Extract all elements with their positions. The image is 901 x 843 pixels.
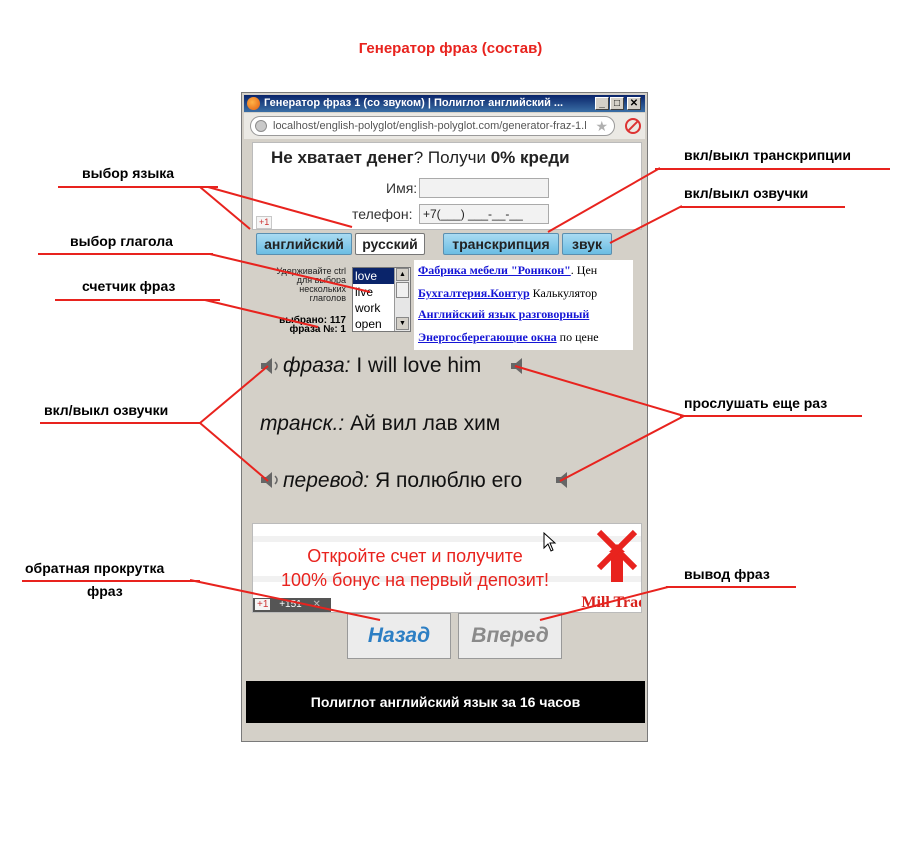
tab-transcription[interactable]: транскрипция	[443, 233, 559, 255]
ad-link[interactable]: Бухгалтерия.Контур Калькулятор	[418, 286, 597, 301]
close-button[interactable]: ✕	[627, 97, 641, 110]
windmill-logo-icon	[596, 529, 638, 582]
speaker-icon[interactable]	[260, 357, 282, 375]
firefox-icon	[247, 97, 260, 110]
ad-text: Откройте счет и получите 100% бонус на п…	[265, 544, 565, 592]
ad-headline-bold-2: 0% креди	[490, 148, 570, 167]
annotation-sound-toggle-left: вкл/выкл озвучки	[44, 402, 169, 418]
verb-option[interactable]: work	[353, 300, 395, 316]
listbox-scrollbar[interactable]: ▲ ▼	[394, 268, 410, 331]
phrase-line: фраза: I will love him	[283, 354, 481, 378]
annotation-underline	[58, 186, 218, 188]
verb-option[interactable]: love	[353, 268, 395, 284]
verb-listbox[interactable]: love live work open ▲ ▼	[352, 267, 411, 332]
replay-speaker-icon[interactable]	[510, 357, 532, 375]
annotation-verb-select: выбор глагола	[70, 233, 173, 249]
bottom-ad-banner[interactable]: Откройте счет и получите 100% бонус на п…	[252, 523, 642, 613]
tab-russian[interactable]: русский	[355, 233, 425, 255]
ad-line-2: 100% бонус на первый депозит!	[281, 570, 549, 590]
transcription-label: транск.:	[260, 412, 345, 435]
ad-link[interactable]: Английский язык разговорный	[418, 307, 589, 322]
speaker-icon[interactable]	[260, 471, 282, 489]
annotation-underline	[38, 253, 213, 255]
scroll-up-icon[interactable]: ▲	[396, 268, 409, 281]
phone-label: телефон:	[352, 206, 413, 222]
ad-link-title[interactable]: Фабрика мебели "Роникон"	[418, 263, 571, 277]
scroll-down-icon[interactable]: ▼	[396, 317, 409, 330]
ad-link-tail: Калькулятор	[529, 286, 598, 300]
globe-icon	[255, 120, 267, 132]
mouse-cursor-icon	[543, 532, 557, 552]
address-bar: localhost/english-polyglot/english-polyg…	[244, 113, 645, 139]
annotation-lang-select: выбор языка	[82, 165, 175, 181]
ad-gplus-button[interactable]: +1	[255, 599, 271, 610]
annotation-underline	[40, 422, 200, 424]
tab-english[interactable]: английский	[256, 233, 352, 255]
document-title: Генератор фраз (состав)	[358, 40, 543, 57]
verb-option[interactable]: open	[353, 316, 395, 331]
annotation-underline	[680, 206, 845, 208]
translation-text: Я полюблю его	[369, 469, 523, 492]
ad-link[interactable]: Энергосберегающие окна по цене	[418, 330, 599, 345]
ad-close-icon[interactable]: ✕	[313, 599, 321, 610]
ad-headline-mid: ? Получи	[413, 148, 491, 167]
annotation-underline	[655, 168, 890, 170]
ad-link-tail: по цене	[556, 330, 599, 344]
translation-line: перевод: Я полюблю его	[283, 469, 522, 493]
google-plus-button[interactable]: +1	[256, 216, 273, 229]
ad-link-title[interactable]: Английский язык разговорный	[418, 307, 589, 321]
replay-speaker-icon[interactable]	[555, 471, 577, 489]
minimize-button[interactable]: _	[595, 97, 609, 110]
translation-label: перевод:	[283, 469, 370, 492]
annotation-transcription-toggle: вкл/выкл транскрипции	[684, 147, 851, 163]
ad-social-bar: +1 +151 ✕	[253, 598, 331, 612]
annotation-output: вывод фраз	[684, 566, 770, 582]
ad-line-1: Откройте счет и получите	[307, 546, 523, 566]
ad-link-title[interactable]: Бухгалтерия.Контур	[418, 286, 530, 300]
name-field[interactable]	[419, 178, 549, 198]
annotation-replay: прослушать еще раз	[684, 395, 828, 411]
footer-bar: Полиглот английский язык за 16 часов	[246, 681, 645, 723]
ad-gplus-count: +151	[279, 599, 302, 610]
annotation-underline	[666, 586, 796, 588]
annotation-underline	[55, 299, 220, 301]
ad-brand: Mill Trad	[581, 594, 642, 611]
browser-window: Генератор фраз 1 (со звуком) | Полиглот …	[241, 92, 648, 742]
ad-headline: Не хватает денег? Получи 0% креди	[271, 148, 570, 168]
url-field[interactable]: localhost/english-polyglot/english-polyg…	[250, 116, 615, 136]
verb-hint-line: глаголов	[309, 293, 346, 303]
transcription-line: транск.: Ай вил лав хим	[260, 412, 500, 436]
ad-links-block: Фабрика мебели "Роникон". Цен Бухгалтери…	[414, 260, 633, 350]
annotation-underline	[680, 415, 862, 417]
ad-stripe	[253, 536, 641, 542]
tab-sound[interactable]: звук	[562, 233, 612, 255]
ad-link-title[interactable]: Энергосберегающие окна	[418, 330, 557, 344]
verb-hint: Удерживайте ctrl для выбора нескольких г…	[246, 267, 346, 303]
back-button[interactable]: Назад	[347, 613, 451, 659]
noscript-icon[interactable]	[625, 118, 641, 134]
ad-headline-bold-1: Не хватает денег	[271, 148, 414, 167]
annotation-sound-toggle-right: вкл/выкл озвучки	[684, 185, 809, 201]
ad-link[interactable]: Фабрика мебели "Роникон". Цен	[418, 263, 597, 278]
annotation-phrase-counter: счетчик фраз	[82, 278, 176, 294]
top-ad-banner[interactable]: Не хватает денег? Получи 0% креди Имя: т…	[252, 142, 642, 230]
annotation-back-scroll: обратная прокрутка	[25, 560, 165, 576]
forward-button[interactable]: Вперед	[458, 613, 562, 659]
title-bar: Генератор фраз 1 (со звуком) | Полиглот …	[244, 95, 645, 112]
transcription-text: Ай вил лав хим	[344, 412, 501, 435]
phone-field[interactable]: +7(___) ___-__-__	[419, 204, 549, 224]
ad-link-tail: . Цен	[570, 263, 598, 277]
window-title: Генератор фраз 1 (со звуком) | Полиглот …	[264, 97, 564, 109]
verb-option[interactable]: live	[353, 284, 395, 300]
phrase-text: I will love him	[350, 354, 482, 377]
maximize-button[interactable]: □	[610, 97, 624, 110]
scroll-thumb[interactable]	[396, 282, 409, 298]
phrase-label: фраза:	[283, 354, 351, 377]
bookmark-star-icon[interactable]: ★	[595, 117, 608, 135]
annotation-underline	[22, 580, 200, 582]
phrase-counter: фраза №: 1	[289, 324, 346, 335]
url-text: localhost/english-polyglot/english-polyg…	[273, 120, 587, 132]
name-label: Имя:	[386, 180, 418, 196]
annotation-back-scroll-2: фраз	[87, 583, 123, 599]
